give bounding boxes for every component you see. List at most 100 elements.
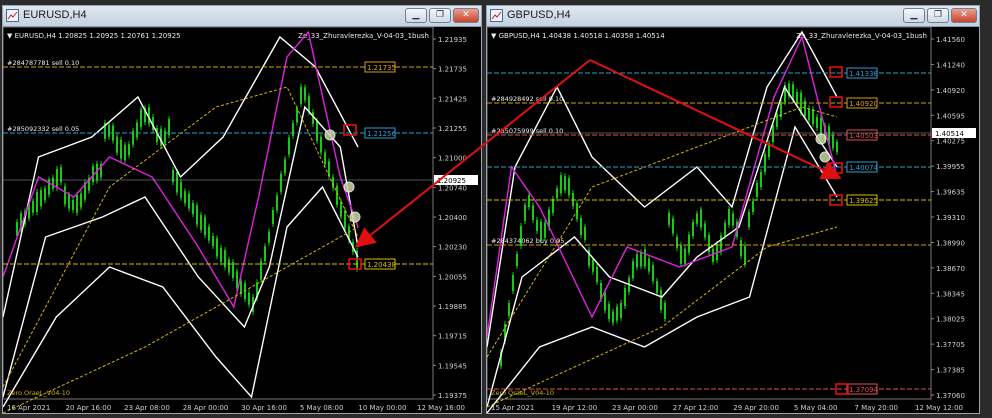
minimize-button[interactable]: ▁ [405, 8, 427, 23]
gbpusd-price-chart[interactable]: ▼ GBPUSD,H4 1.40438 1.40518 1.40358 1.40… [487, 26, 979, 413]
price-axis-label: 1.38990 [936, 239, 965, 247]
price-axis-label: 1.41560 [936, 36, 965, 44]
candle-body [816, 117, 818, 128]
minimize-button[interactable]: ▁ [903, 8, 925, 23]
candle-body [668, 212, 670, 225]
candle-body [32, 200, 34, 213]
candle-body [560, 175, 562, 194]
close-button[interactable]: ✕ [453, 8, 479, 23]
candle-body [44, 188, 46, 201]
order-note: #285092332 sell 0.05 [7, 125, 79, 133]
close-button[interactable]: ✕ [951, 8, 977, 23]
candle-body [740, 240, 742, 257]
candle-body [52, 177, 54, 189]
candle-body [552, 198, 554, 213]
level-price-label: 1.41338 [849, 70, 878, 78]
price-axis-label: 1.40275 [936, 138, 965, 146]
candle-body [700, 209, 702, 228]
candle-body [108, 124, 110, 137]
price-axis-label: 1.38670 [936, 265, 965, 273]
current-price-label: 1.20925 [437, 177, 466, 185]
candle-body [320, 136, 322, 153]
order-note: #284928492 sell 0.10 [491, 95, 563, 103]
candle-body [128, 144, 130, 156]
gbpusd-chart-canvas[interactable]: ▼ GBPUSD,H4 1.40438 1.40518 1.40358 1.40… [487, 26, 979, 413]
candle-body [512, 275, 514, 291]
candle-body [720, 235, 722, 253]
candle-body [756, 183, 758, 197]
candle-body [772, 125, 774, 142]
candle-body [240, 280, 242, 294]
candle-body [300, 86, 302, 104]
candle-body [636, 254, 638, 268]
signal-circle [815, 133, 827, 145]
candle-body [344, 210, 346, 229]
candle-body [336, 185, 338, 205]
gbpusd-chart-window[interactable]: GBPUSD,H4 ▁ ❐ ✕ ▼ GBPUSD,H4 1.40438 1.40… [486, 5, 980, 414]
time-axis-label: 5 May 04:00 [794, 404, 838, 412]
candle-body [288, 137, 290, 155]
eurusd-chart-window[interactable]: EURUSD,H4 ▁ ❐ ✕ ▼ EURUSD,H4 1.20825 1.20… [2, 5, 482, 414]
price-axis-label: 1.19545 [438, 362, 467, 370]
price-axis-label: 1.21935 [438, 36, 467, 44]
candle-body [604, 291, 606, 311]
eurusd-title-bar[interactable]: EURUSD,H4 ▁ ❐ ✕ [3, 6, 481, 27]
candle-body [652, 265, 654, 282]
gbpusd-title-bar[interactable]: GBPUSD,H4 ▁ ❐ ✕ [487, 6, 979, 27]
level-price-label: 1.37094 [849, 386, 878, 394]
candle-body [80, 193, 82, 208]
time-axis-label: 19 Apr 12:00 [552, 404, 598, 412]
eurusd-chart-canvas[interactable]: ▼ EURUSD,H4 1.20825 1.20925 1.20761 1.20… [3, 26, 481, 413]
candle-body [744, 245, 746, 265]
candle-body [204, 217, 206, 236]
candle-body [184, 191, 186, 204]
candle-body [248, 292, 250, 305]
eurusd-price-chart[interactable]: ▼ EURUSD,H4 1.20825 1.20925 1.20761 1.20… [3, 26, 481, 413]
indicator-footer: Zero OraeL_V04-10 [7, 389, 70, 397]
candle-body [592, 259, 594, 272]
price-axis-label: 1.20740 [438, 184, 467, 192]
candle-body [696, 213, 698, 224]
signal-circle [324, 129, 336, 141]
restore-button[interactable]: ❐ [927, 8, 949, 23]
candle-body [584, 226, 586, 240]
candle-body [692, 221, 694, 236]
candle-body [200, 214, 202, 230]
window-title: GBPUSD,H4 [507, 9, 571, 21]
candle-body [324, 152, 326, 165]
time-axis-label: 12 May 16:00 [417, 404, 465, 412]
candle-body [596, 266, 598, 282]
candle-body [580, 217, 582, 235]
candle-body [536, 219, 538, 231]
candle-body [208, 226, 210, 241]
signal-circle [819, 151, 831, 163]
candle-body [176, 172, 178, 193]
candle-body [760, 172, 762, 187]
plot-area [3, 26, 434, 400]
candle-body [808, 108, 810, 121]
candle-body [328, 161, 330, 177]
restore-button[interactable]: ❐ [429, 8, 451, 23]
candle-body [752, 201, 754, 212]
signal-circle [349, 211, 361, 223]
candle-body [524, 205, 526, 221]
candle-body [688, 234, 690, 253]
candle-body [616, 306, 618, 321]
level-price-label: 1.40920 [849, 100, 878, 108]
level-price-label: 1.40074 [849, 164, 878, 172]
candle-body [564, 176, 566, 191]
price-axis-label: 1.19715 [438, 333, 467, 341]
candle-body [292, 123, 294, 136]
time-axis-label: 10 May 00:00 [358, 404, 406, 412]
candle-body [160, 128, 162, 146]
candle-body [672, 218, 674, 234]
candle-body [180, 181, 182, 198]
candle-body [68, 194, 70, 209]
candle-body [304, 87, 306, 101]
candle-body [608, 304, 610, 320]
candle-body [192, 203, 194, 214]
price-axis-label: 1.37385 [936, 367, 965, 375]
candle-body [332, 177, 334, 188]
order-note: #285075999 sell 0.10 [491, 127, 563, 135]
candle-body [212, 236, 214, 246]
